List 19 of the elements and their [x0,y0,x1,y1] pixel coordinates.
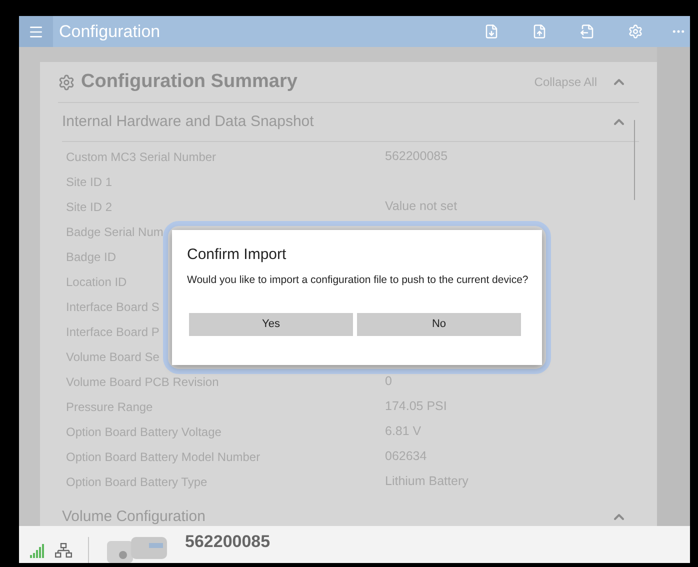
settings-icon [58,74,75,90]
file-download-icon[interactable] [484,24,499,39]
device-serial: 562200085 [185,530,270,553]
summary-title: Configuration Summary [81,70,298,94]
page-title: Configuration [59,20,160,43]
scrollbar[interactable] [634,120,635,200]
section-title[interactable]: Volume Configuration [62,506,206,526]
settings-icon[interactable] [628,24,643,39]
menu-button[interactable] [19,16,53,47]
dialog-title: Confirm Import [187,245,288,265]
dialog-button[interactable]: No [357,312,521,336]
section-title[interactable]: Internal Hardware and Data Snapshot [62,110,314,134]
dialog-message: Would you like to import a configuration file to push to the current device? [187,272,528,286]
signal-icon [30,544,46,558]
menu-icon [28,24,44,40]
dialog-button[interactable]: Yes [189,312,353,336]
file-upload-icon[interactable] [532,24,547,39]
file-export-icon[interactable] [580,24,595,39]
network-icon [55,543,72,558]
